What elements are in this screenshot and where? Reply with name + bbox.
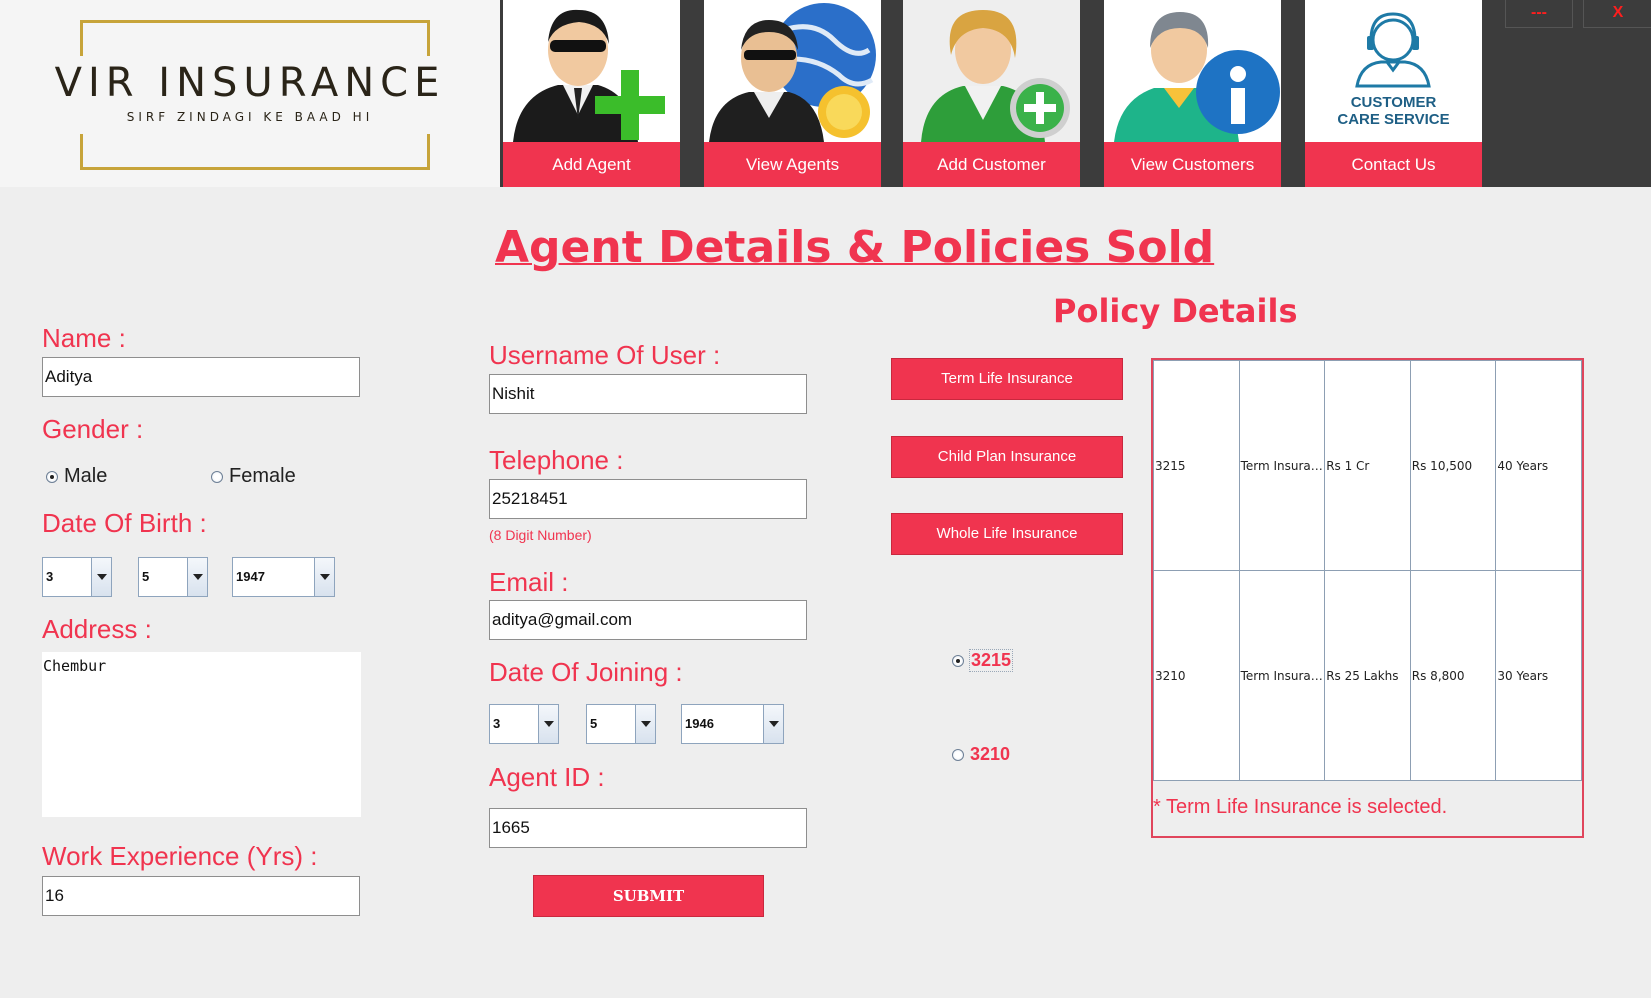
table-cell: 3215 (1153, 360, 1240, 571)
table-cell: 40 Years (1495, 360, 1582, 571)
gender-female-label: Female (229, 465, 296, 487)
doj-day-select[interactable]: 3 (489, 704, 559, 744)
dob-month-value: 5 (142, 569, 150, 584)
care-badge-line1: CUSTOMER (1350, 94, 1437, 111)
table-cell: Rs 10,500 (1409, 360, 1497, 571)
chevron-down-icon[interactable] (314, 558, 334, 596)
chevron-down-icon[interactable] (91, 558, 111, 596)
close-button[interactable]: X (1583, 0, 1651, 28)
agent-id-label: Agent ID : (489, 762, 605, 792)
nav-view-agents-label: View Agents (704, 142, 881, 187)
telephone-label: Telephone : (489, 445, 624, 475)
nav-view-customers[interactable]: View Customers (1104, 0, 1281, 187)
doj-label: Date Of Joining : (489, 657, 683, 687)
policy-details-title: Policy Details (1053, 292, 1298, 330)
radio-dot-icon (46, 470, 58, 483)
whole-life-button[interactable]: Whole Life Insurance (891, 513, 1123, 555)
agent-globe-icon (704, 0, 881, 142)
policy-3210-label: 3210 (970, 744, 1011, 764)
doj-month-select[interactable]: 5 (586, 704, 656, 744)
submit-button[interactable]: SUBMIT (533, 875, 764, 917)
policy-3215-radio[interactable]: 3215 (952, 649, 1014, 672)
dob-year-select[interactable]: 1947 (232, 557, 335, 597)
radio-dot-icon (952, 654, 964, 667)
gender-female-radio[interactable]: Female (211, 465, 296, 488)
table-row[interactable]: 3210 Term Insurance Rs 25 Lakhs Rs 8,800… (1153, 570, 1582, 781)
nav-add-agent[interactable]: Add Agent (503, 0, 680, 187)
customer-add-icon (903, 0, 1080, 142)
child-plan-button[interactable]: Child Plan Insurance (891, 436, 1123, 478)
gender-male-radio[interactable]: Male (46, 465, 107, 488)
chevron-down-icon[interactable] (635, 705, 655, 743)
radio-dot-icon (211, 470, 223, 483)
agent-add-icon (503, 0, 680, 142)
table-row[interactable]: 3215 Term Insurance Rs 1 Cr Rs 10,500 40… (1153, 360, 1582, 571)
nav-add-agent-label: Add Agent (503, 142, 680, 187)
table-cell: Rs 25 Lakhs (1324, 570, 1411, 781)
nav-view-agents[interactable]: View Agents (704, 0, 881, 187)
header-bar: VIR INSURANCE SIRF ZINDAGI KE BAAD HI Ad… (0, 0, 1651, 187)
doj-year-value: 1946 (685, 716, 714, 731)
doj-year-select[interactable]: 1946 (681, 704, 784, 744)
policy-3215-label: 3215 (968, 649, 1014, 672)
doj-month-value: 5 (590, 716, 598, 731)
radio-dot-icon (952, 748, 964, 761)
nav-add-customer[interactable]: Add Customer (903, 0, 1080, 187)
customer-info-icon (1104, 0, 1281, 142)
chevron-down-icon[interactable] (763, 705, 783, 743)
name-field[interactable]: Aditya (42, 357, 360, 397)
logo-title: VIR INSURANCE (54, 60, 446, 106)
policy-3210-radio[interactable]: 3210 (952, 744, 1010, 765)
table-cell: 3210 (1153, 570, 1240, 781)
name-label: Name : (42, 323, 126, 353)
policy-table: 3215 Term Insurance Rs 1 Cr Rs 10,500 40… (1153, 360, 1582, 781)
dob-year-value: 1947 (236, 569, 265, 584)
customer-care-icon: CUSTOMER CARE SERVICE (1305, 0, 1482, 142)
policy-selection-note: * Term Life Insurance is selected. (1153, 796, 1448, 818)
dob-day-select[interactable]: 3 (42, 557, 112, 597)
nav-contact-us-label: Contact Us (1305, 142, 1482, 187)
username-label: Username Of User : (489, 340, 721, 370)
experience-label: Work Experience (Yrs) : (42, 841, 318, 871)
nav-contact-us[interactable]: CUSTOMER CARE SERVICE Contact Us (1305, 0, 1482, 187)
doj-day-value: 3 (493, 716, 501, 731)
table-cell: Rs 1 Cr (1324, 360, 1411, 571)
dob-month-select[interactable]: 5 (138, 557, 208, 597)
address-textarea[interactable]: Chembur (42, 652, 361, 817)
chevron-down-icon[interactable] (538, 705, 558, 743)
username-field[interactable]: Nishit (489, 374, 807, 414)
nav-view-customers-label: View Customers (1104, 142, 1281, 187)
minimize-button[interactable]: --- (1505, 0, 1573, 28)
telephone-hint: (8 Digit Number) (489, 527, 592, 543)
policy-table-panel: 3215 Term Insurance Rs 1 Cr Rs 10,500 40… (1151, 358, 1584, 838)
table-cell: Term Insurance (1238, 570, 1326, 781)
experience-field[interactable]: 16 (42, 876, 360, 916)
agent-id-field[interactable]: 1665 (489, 808, 807, 848)
gender-male-label: Male (64, 465, 108, 487)
telephone-field[interactable]: 25218451 (489, 479, 807, 519)
logo-panel: VIR INSURANCE SIRF ZINDAGI KE BAAD HI (0, 0, 500, 187)
care-badge-line2: CARE SERVICE (1337, 111, 1450, 128)
table-cell: Term Insurance (1238, 360, 1326, 571)
chevron-down-icon[interactable] (187, 558, 207, 596)
gender-label: Gender : (42, 414, 144, 444)
email-label: Email : (489, 567, 569, 597)
table-cell: 30 Years (1495, 570, 1582, 781)
dob-label: Date Of Birth : (42, 508, 207, 538)
email-field[interactable]: aditya@gmail.com (489, 600, 807, 640)
page-title: Agent Details & Policies Sold (495, 222, 1215, 273)
term-life-button[interactable]: Term Life Insurance (891, 358, 1123, 400)
dob-day-value: 3 (46, 569, 54, 584)
logo-tagline: SIRF ZINDAGI KE BAAD HI (126, 110, 374, 124)
table-cell: Rs 8,800 (1409, 570, 1497, 781)
address-label: Address : (42, 614, 152, 644)
nav-add-customer-label: Add Customer (903, 142, 1080, 187)
